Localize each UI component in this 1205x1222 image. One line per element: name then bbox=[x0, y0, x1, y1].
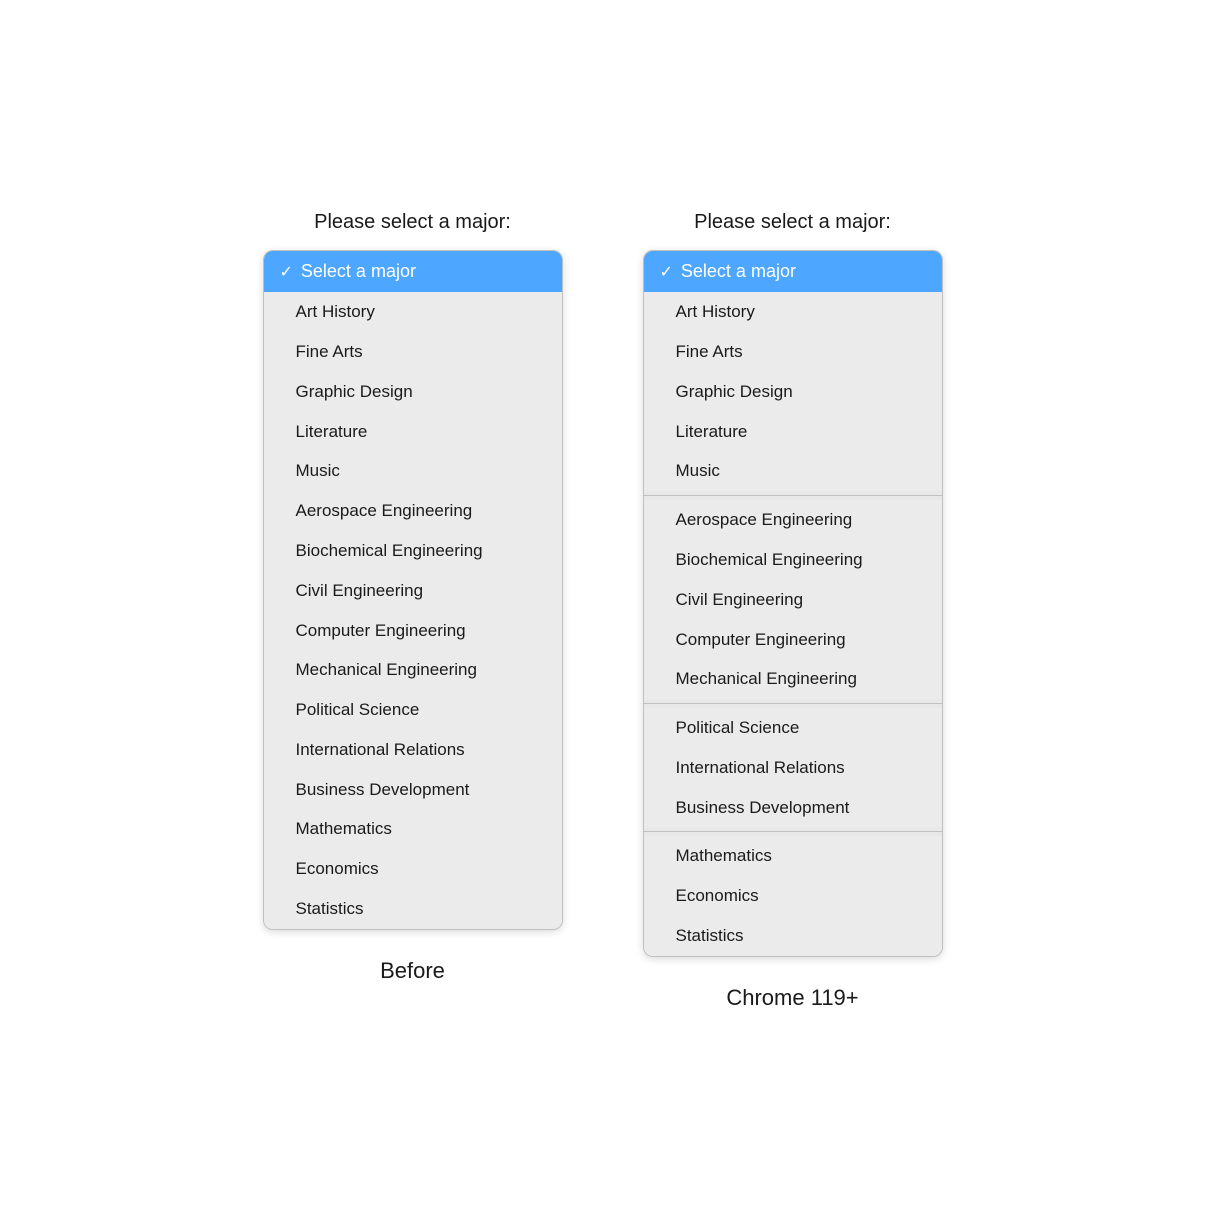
page-wrapper: Please select a major: ✓ Select a major … bbox=[263, 211, 943, 1011]
list-item[interactable]: Civil Engineering bbox=[644, 580, 942, 620]
before-selected-option[interactable]: ✓ Select a major bbox=[264, 251, 562, 292]
list-item[interactable]: Political Science bbox=[644, 708, 942, 748]
checkmark-icon: ✓ bbox=[280, 262, 293, 282]
list-item[interactable]: Graphic Design bbox=[264, 372, 562, 412]
after-caption: Chrome 119+ bbox=[726, 985, 858, 1011]
before-dropdown[interactable]: ✓ Select a major Art HistoryFine ArtsGra… bbox=[263, 250, 563, 930]
list-item[interactable]: Computer Engineering bbox=[644, 620, 942, 660]
after-selected-label: Select a major bbox=[681, 261, 796, 282]
list-item[interactable]: Aerospace Engineering bbox=[264, 491, 562, 531]
list-item[interactable]: Economics bbox=[264, 849, 562, 889]
list-item[interactable]: Biochemical Engineering bbox=[264, 531, 562, 571]
list-item[interactable]: Business Development bbox=[644, 788, 942, 828]
list-item[interactable]: Economics bbox=[644, 876, 942, 916]
list-item[interactable]: Mechanical Engineering bbox=[264, 650, 562, 690]
list-item[interactable]: Civil Engineering bbox=[264, 571, 562, 611]
list-item[interactable]: Political Science bbox=[264, 690, 562, 730]
checkmark-icon-right: ✓ bbox=[660, 262, 673, 282]
list-item[interactable]: Mechanical Engineering bbox=[644, 659, 942, 699]
before-items-list: Art HistoryFine ArtsGraphic DesignLitera… bbox=[264, 292, 562, 929]
before-caption: Before bbox=[380, 958, 445, 984]
list-item[interactable]: Biochemical Engineering bbox=[644, 540, 942, 580]
after-label: Please select a major: bbox=[694, 211, 891, 234]
before-selected-label: Select a major bbox=[301, 261, 416, 282]
list-item[interactable]: Literature bbox=[644, 412, 942, 452]
list-item[interactable]: Graphic Design bbox=[644, 372, 942, 412]
list-item[interactable]: Business Development bbox=[264, 770, 562, 810]
group-divider bbox=[644, 495, 942, 496]
list-item[interactable]: Fine Arts bbox=[264, 332, 562, 372]
after-selected-option[interactable]: ✓ Select a major bbox=[644, 251, 942, 292]
list-item[interactable]: Fine Arts bbox=[644, 332, 942, 372]
before-label: Please select a major: bbox=[314, 211, 511, 234]
list-item[interactable]: Mathematics bbox=[264, 809, 562, 849]
before-column: Please select a major: ✓ Select a major … bbox=[263, 211, 563, 984]
list-item[interactable]: Statistics bbox=[264, 889, 562, 929]
list-item[interactable]: Aerospace Engineering bbox=[644, 500, 942, 540]
list-item[interactable]: Mathematics bbox=[644, 836, 942, 876]
list-item[interactable]: Music bbox=[644, 451, 942, 491]
list-item[interactable]: Art History bbox=[644, 292, 942, 332]
after-dropdown[interactable]: ✓ Select a major Art HistoryFine ArtsGra… bbox=[643, 250, 943, 957]
list-item[interactable]: Art History bbox=[264, 292, 562, 332]
after-groups-list: Art HistoryFine ArtsGraphic DesignLitera… bbox=[644, 292, 942, 956]
group-divider bbox=[644, 831, 942, 832]
group-divider bbox=[644, 703, 942, 704]
list-item[interactable]: International Relations bbox=[644, 748, 942, 788]
list-item[interactable]: Music bbox=[264, 451, 562, 491]
list-item[interactable]: Computer Engineering bbox=[264, 611, 562, 651]
list-item[interactable]: Statistics bbox=[644, 916, 942, 956]
list-item[interactable]: International Relations bbox=[264, 730, 562, 770]
after-column: Please select a major: ✓ Select a major … bbox=[643, 211, 943, 1011]
list-item[interactable]: Literature bbox=[264, 412, 562, 452]
